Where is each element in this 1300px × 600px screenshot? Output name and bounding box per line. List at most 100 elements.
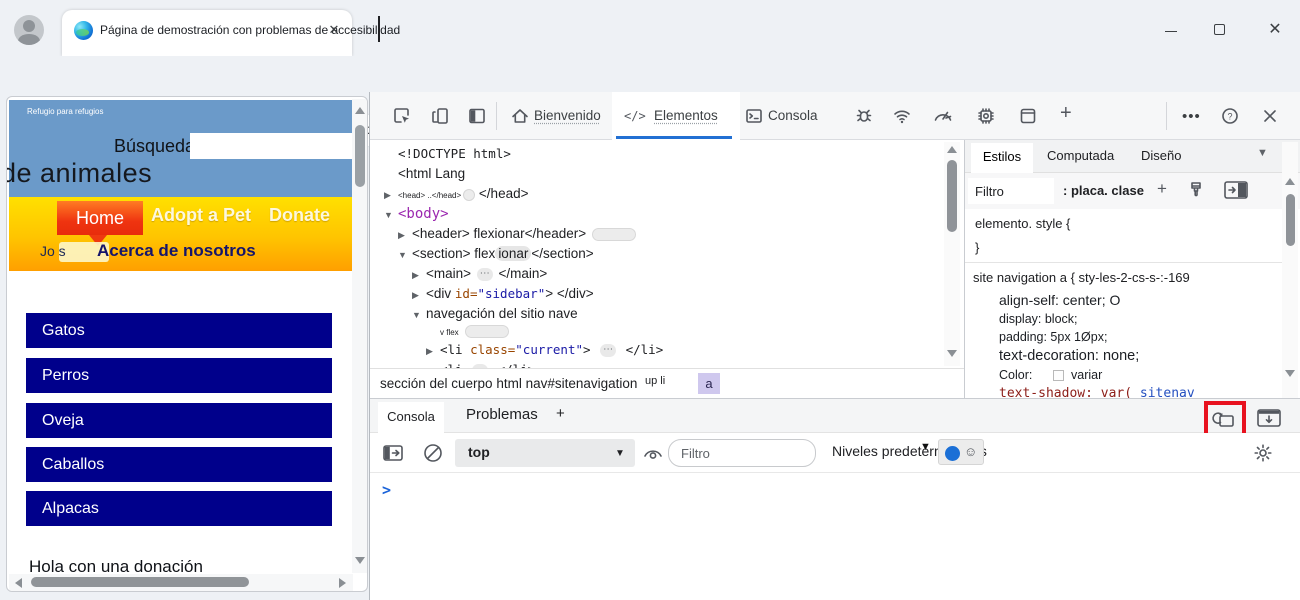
performance-gauge-icon[interactable] xyxy=(932,106,952,126)
breadcrumb-path[interactable]: sección del cuerpo html nav#sitenavigati… xyxy=(380,376,637,391)
javascript-context-dropdown[interactable]: top ▼ xyxy=(455,439,635,467)
styles-filter-input[interactable] xyxy=(968,178,1054,204)
drawer-tab-consola[interactable]: Consola xyxy=(378,402,444,433)
window-maximize-button[interactable] xyxy=(1206,20,1232,40)
scroll-down-icon[interactable] xyxy=(1285,370,1295,377)
dom-scrollbar[interactable] xyxy=(944,142,960,366)
dom-tree-row[interactable]: ▶<li class="current"> ⋯ </li> xyxy=(370,340,942,360)
dom-tree-row[interactable]: ▼navegación del sitio nave xyxy=(370,304,942,324)
css-property[interactable]: padding: 5px 1Øpx; xyxy=(999,330,1107,344)
refresh-frame-icon[interactable] xyxy=(1211,408,1237,434)
tree-toggle-icon[interactable]: ▼ xyxy=(384,205,398,225)
tab-estilos[interactable]: Estilos xyxy=(971,143,1033,173)
dom-tree-row[interactable]: ▶<li ⋯ </li> xyxy=(370,360,942,368)
console-filter-input[interactable] xyxy=(668,439,816,467)
inline-style-rule[interactable]: elemento. style { xyxy=(975,216,1070,231)
sidebar-button-gatos[interactable]: Gatos xyxy=(26,313,332,348)
nav-about-link[interactable]: Acerca de nosotros xyxy=(97,241,256,261)
computed-sidebar-toggle-icon[interactable] xyxy=(1223,179,1249,201)
dom-tree-row[interactable]: ▶<main> ⋯ </main> xyxy=(370,264,942,284)
nav-donate-link[interactable]: Donate xyxy=(269,205,330,226)
issues-counter-badge[interactable]: ☺ xyxy=(938,439,984,465)
scroll-down-icon[interactable] xyxy=(947,350,957,357)
live-expression-eye-icon[interactable] xyxy=(642,445,664,463)
dock-bottom-icon[interactable] xyxy=(1256,407,1282,429)
dom-tree-row[interactable]: ▼<section> flexionar</section> xyxy=(370,244,942,264)
css-property[interactable]: display: block; xyxy=(999,312,1078,326)
new-rule-plus-icon[interactable]: + xyxy=(1157,179,1167,199)
color-swatch-checkbox[interactable] xyxy=(1053,370,1064,381)
page-vertical-scrollbar[interactable] xyxy=(352,99,368,573)
scroll-up-icon[interactable] xyxy=(947,146,957,153)
scroll-left-icon[interactable] xyxy=(15,578,22,588)
device-emulation-icon[interactable] xyxy=(430,106,450,126)
dom-tree-row[interactable]: ▼<body> xyxy=(370,204,942,224)
tree-toggle-icon[interactable]: ▼ xyxy=(412,305,426,325)
tree-toggle-icon[interactable]: ▶ xyxy=(426,341,440,361)
memory-chip-icon[interactable] xyxy=(976,106,996,126)
console-output[interactable]: > xyxy=(370,473,1300,600)
css-property[interactable]: text-decoration: none; xyxy=(999,348,1139,364)
tree-toggle-icon[interactable]: ▶ xyxy=(398,225,412,245)
profile-avatar[interactable] xyxy=(14,15,44,45)
dom-tree-row[interactable]: v flex xyxy=(370,324,942,340)
tree-toggle-icon[interactable]: ▶ xyxy=(426,361,440,368)
tab-consola[interactable]: Consola xyxy=(742,92,834,140)
tab-computada[interactable]: Computada xyxy=(1047,148,1114,163)
styles-scrollbar[interactable] xyxy=(1282,142,1298,398)
css-color-value[interactable]: variar xyxy=(1071,368,1102,382)
application-panel-icon[interactable] xyxy=(1018,106,1038,126)
scroll-thumb[interactable] xyxy=(355,125,365,187)
dom-tree-row[interactable]: <html Lang xyxy=(370,164,942,184)
inspect-element-icon[interactable] xyxy=(392,106,412,126)
tree-toggle-icon[interactable]: ▼ xyxy=(398,245,412,265)
sidebar-button-caballos[interactable]: Caballos xyxy=(26,447,332,482)
dom-tree-row[interactable]: ▶<head> ..</head> </head> xyxy=(370,184,942,204)
dom-tree[interactable]: <!DOCTYPE html><html Lang▶<head> ..</hea… xyxy=(370,140,942,368)
chevron-down-icon[interactable]: ▼ xyxy=(1257,147,1268,159)
nav-home-link[interactable]: Home xyxy=(57,201,143,235)
bug-icon[interactable] xyxy=(854,106,874,126)
clear-console-icon[interactable] xyxy=(422,442,444,464)
scroll-thumb[interactable] xyxy=(947,160,957,232)
devtools-more-icon[interactable]: ••• xyxy=(1182,108,1201,125)
tree-toggle-icon[interactable]: ▶ xyxy=(412,285,426,305)
tree-toggle-icon[interactable]: ▶ xyxy=(384,185,398,205)
tab-close-icon[interactable]: ✕ xyxy=(326,22,342,38)
sidebar-button-perros[interactable]: Perros xyxy=(26,358,332,393)
pseudo-class-toggle[interactable]: : placa. clase xyxy=(1063,183,1144,198)
scroll-down-icon[interactable] xyxy=(355,557,365,564)
tab-elementos[interactable]: </> Elementos xyxy=(612,92,740,140)
css-property-color[interactable]: Color: xyxy=(999,368,1032,382)
console-prompt[interactable]: > xyxy=(382,481,391,499)
scroll-right-icon[interactable] xyxy=(339,578,346,588)
nav-jobs-link[interactable]: Jo s xyxy=(40,243,66,259)
nav-adopt-link[interactable]: Adopt a Pet xyxy=(151,205,251,226)
drawer-add-tab-icon[interactable]: + xyxy=(556,405,565,422)
css-property-text-shadow[interactable]: text-shadow: var( sitenav xyxy=(999,386,1195,398)
breadcrumb-current[interactable]: a xyxy=(698,373,720,394)
tree-toggle-icon[interactable]: ▶ xyxy=(412,265,426,285)
help-icon[interactable]: ? xyxy=(1220,106,1240,126)
dom-tree-row[interactable]: ▶<header> flexionar</header> xyxy=(370,224,942,244)
paintbrush-icon[interactable] xyxy=(1187,180,1205,200)
breadcrumb-mid[interactable]: up li xyxy=(645,375,665,387)
search-input[interactable] xyxy=(190,133,353,159)
more-tabs-plus-icon[interactable]: + xyxy=(1060,102,1072,125)
scroll-up-icon[interactable] xyxy=(1285,178,1295,185)
network-wifi-icon[interactable] xyxy=(892,106,912,126)
dom-tree-row[interactable]: ▶<div id="sidebar"> </div> xyxy=(370,284,942,304)
scroll-thumb[interactable] xyxy=(1286,194,1295,246)
devtools-close-icon[interactable] xyxy=(1260,106,1280,126)
scroll-up-icon[interactable] xyxy=(355,107,365,114)
sidebar-button-alpacas[interactable]: Alpacas xyxy=(26,491,332,526)
page-horizontal-scrollbar[interactable] xyxy=(9,574,353,591)
window-minimize-button[interactable] xyxy=(1158,20,1184,40)
tab-bienvenido[interactable]: Bienvenido xyxy=(506,92,612,140)
console-sidebar-toggle-icon[interactable] xyxy=(382,443,404,463)
console-settings-gear-icon[interactable] xyxy=(1252,442,1274,464)
drawer-tab-problemas[interactable]: Problemas xyxy=(466,406,538,423)
css-selector[interactable]: site navigation a { sty-les-2-cs-s-:-169 xyxy=(973,270,1190,285)
inline-style-close[interactable]: } xyxy=(975,240,979,255)
css-property[interactable]: align-self: center; O xyxy=(999,292,1120,308)
